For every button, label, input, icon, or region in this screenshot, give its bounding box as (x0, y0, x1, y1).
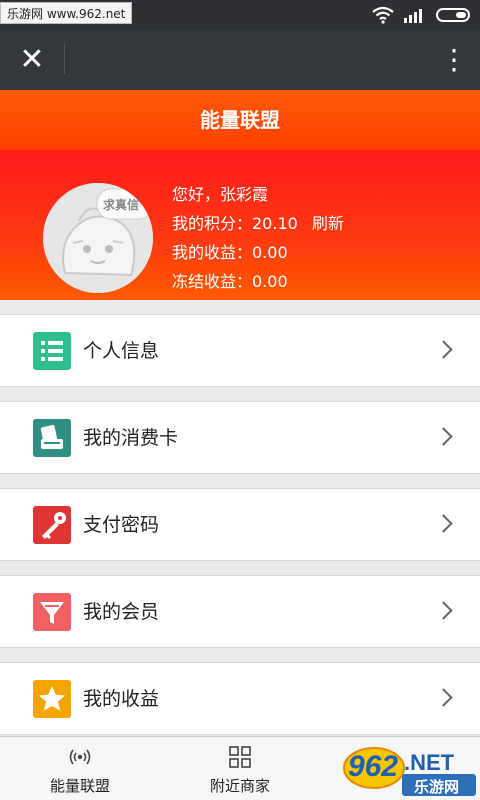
points-row: 我的积分：20.10 刷新 (172, 209, 344, 238)
menu-item-label: 支付密码 (83, 514, 160, 536)
chevron-right-icon (434, 601, 453, 620)
menu-item-consumer-card[interactable]: 我的消费卡 (0, 401, 480, 474)
chevron-right-icon (434, 688, 453, 707)
wifi-icon (372, 6, 394, 24)
grid-icon (229, 746, 251, 768)
chevron-right-icon (434, 514, 453, 533)
chevron-right-icon (434, 340, 453, 359)
avatar-bubble-text: 求真信 (103, 198, 140, 212)
nav-divider (64, 44, 65, 74)
refresh-link[interactable]: 刷新 (312, 214, 344, 233)
card-icon (33, 419, 71, 457)
watermark-text: 乐游网 www.962.net (0, 2, 133, 24)
menu-item-label: 我的消费卡 (83, 427, 179, 449)
tab-label: 附近商家 (209, 777, 270, 795)
avatar[interactable]: 求真信 (43, 183, 153, 293)
menu-item-payment-password[interactable]: 支付密码 (0, 488, 480, 561)
chevron-right-icon (434, 427, 453, 446)
tab-energy-alliance[interactable]: 能量联盟 (0, 737, 160, 800)
points-text: 我的积分：20.10 (172, 214, 298, 233)
close-button[interactable]: ✕ (14, 42, 50, 78)
site-logo: 962 .NET 乐游网 (340, 744, 480, 800)
battery-icon (436, 8, 470, 22)
logo-number: 962 (348, 750, 399, 783)
signal-strength-icon (404, 9, 422, 23)
menu-item-label: 个人信息 (83, 340, 160, 362)
profile-info: 您好，张彩霞 我的积分：20.10 刷新 我的收益：0.00 冻结收益：0.00 (172, 180, 344, 296)
greeting-text: 您好，张彩霞 (172, 185, 269, 204)
earnings-text: 我的收益：0.00 (172, 243, 288, 262)
frozen-earnings-text: 冻结收益：0.00 (172, 272, 288, 291)
funnel-icon (33, 593, 71, 631)
more-options-button[interactable]: ⋮ (440, 42, 468, 78)
status-icons (372, 6, 470, 24)
logo-subtitle: 乐游网 (414, 778, 460, 796)
star-icon (33, 680, 71, 718)
status-bar: 乐游网 www.962.net (0, 0, 480, 30)
menu-item-label: 我的会员 (83, 601, 160, 623)
menu-item-personal-info[interactable]: 个人信息 (0, 314, 480, 387)
list-icon (33, 332, 71, 370)
menu-item-my-members[interactable]: 我的会员 (0, 575, 480, 648)
page-title: 能量联盟 (0, 90, 480, 150)
profile-header: 求真信 您好，张彩霞 我的积分：20.10 刷新 我的收益：0.00 冻结收益：0… (0, 150, 480, 300)
key-icon (33, 506, 71, 544)
logo-suffix: .NET (404, 750, 455, 775)
menu-item-my-earnings[interactable]: 我的收益 (0, 662, 480, 735)
menu-item-label: 我的收益 (83, 688, 160, 710)
tab-nearby-merchants[interactable]: 附近商家 (160, 737, 320, 800)
top-navbar: ✕ ⋮ (0, 30, 480, 90)
tab-label: 能量联盟 (49, 777, 110, 795)
signal-icon (69, 749, 91, 765)
